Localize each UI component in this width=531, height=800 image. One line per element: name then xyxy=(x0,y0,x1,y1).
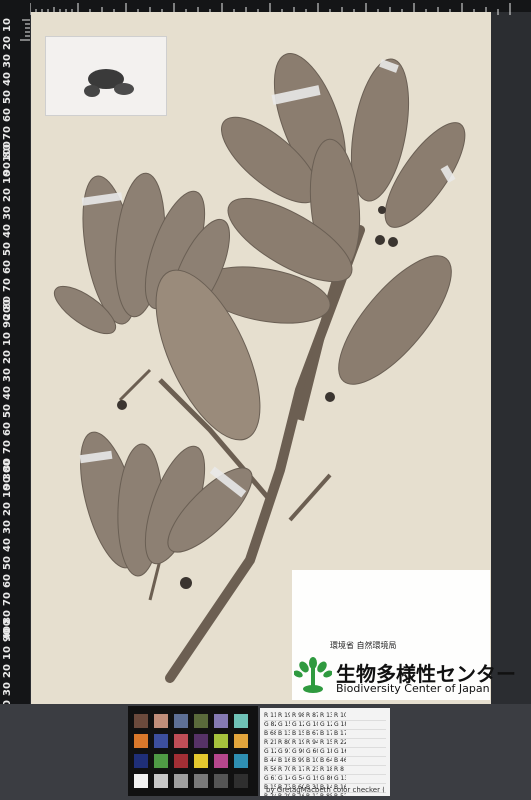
color-target-cell: G 60 xyxy=(306,748,318,755)
color-target-cell: R 94 xyxy=(306,739,318,746)
color-target-cell: G 61 xyxy=(264,775,276,782)
color-target-caption: by GretagMacbeth color checker (Illumina… xyxy=(266,786,384,794)
color-swatch xyxy=(234,734,248,748)
color-target-cell: G 126 xyxy=(264,748,276,755)
color-target-cell: R 133 xyxy=(320,712,332,719)
color-swatch xyxy=(214,754,228,768)
color-target-cell: R 56 xyxy=(264,766,276,773)
color-target-cell: B 108 xyxy=(306,757,318,764)
color-swatch xyxy=(234,774,248,788)
color-target-cell: B 44 xyxy=(264,757,276,764)
color-target-row: B 44B 166B 99B 108B 64B 46 xyxy=(264,757,386,766)
color-target-cell: G 148 xyxy=(278,775,290,782)
color-target-cell: B 46 xyxy=(334,757,346,764)
color-target-cell: B 130 xyxy=(278,730,290,737)
color-swatch xyxy=(194,774,208,788)
color-target-cell: R 187 xyxy=(320,766,332,773)
color-target-cell: B 157 xyxy=(292,730,304,737)
color-target-cell: G 189 xyxy=(334,721,346,728)
color-target-cell: B 68 xyxy=(264,730,276,737)
color-target-row: R 56R 70R 175R 231R 187R 8 xyxy=(264,766,386,775)
color-target-cell: G 163 xyxy=(334,748,346,755)
color-target-cell: R 175 xyxy=(292,766,304,773)
color-target-cell: R 87 xyxy=(306,712,318,719)
color-swatch xyxy=(214,734,228,748)
ministry-name: 環境省 自然環境局 xyxy=(330,641,397,650)
color-target-cell: G 188 xyxy=(320,748,332,755)
color-swatch xyxy=(174,714,188,728)
color-target-cell: R 103 xyxy=(334,712,346,719)
color-target-table: R 115R 194R 98R 87R 133R 103G 82G 150G 1… xyxy=(260,708,390,796)
color-swatch xyxy=(154,754,168,768)
color-target-cell: G 122 xyxy=(292,721,304,728)
color-swatch xyxy=(234,754,248,768)
color-target-cell: G 133 xyxy=(334,775,346,782)
color-target-cell: R 8 xyxy=(334,766,344,773)
color-target-row: R 115R 194R 98R 87R 133R 103 xyxy=(264,712,386,721)
color-target-cell: G 91 xyxy=(278,748,290,755)
color-swatch xyxy=(134,734,148,748)
color-target-cell: G 90 xyxy=(292,748,304,755)
center-name-english: Biodiversity Center of Japan xyxy=(336,682,490,695)
color-swatch xyxy=(194,734,208,748)
color-swatch xyxy=(194,754,208,768)
color-swatch xyxy=(174,754,188,768)
color-target-cell: R 80 xyxy=(278,739,290,746)
color-swatch xyxy=(174,734,188,748)
color-target-cell: R 231 xyxy=(306,766,318,773)
color-target-cell: R 214 xyxy=(264,739,276,746)
color-swatch xyxy=(134,754,148,768)
color-target-cell: B 99 xyxy=(292,757,304,764)
color-target-cell: R 193 xyxy=(292,739,304,746)
color-target-cell: B 67 xyxy=(306,730,318,737)
color-target-cell: G 128 xyxy=(320,721,332,728)
color-swatch xyxy=(194,714,208,728)
color-target-cell: G 150 xyxy=(278,721,290,728)
color-target-cell: G 82 xyxy=(264,721,276,728)
color-target-row: B 68B 130B 157B 67B 177B 170 xyxy=(264,730,386,739)
biodiversity-center-logo xyxy=(294,657,332,693)
color-checker-card xyxy=(128,706,258,796)
color-target-row: R 214R 80R 193R 94R 157R 224 xyxy=(264,739,386,748)
color-target-cell: R 157 xyxy=(320,739,332,746)
color-swatch xyxy=(214,774,228,788)
color-swatch xyxy=(134,774,148,788)
color-target-cell: R 115 xyxy=(264,712,276,719)
color-target-cell: R 224 xyxy=(334,739,346,746)
color-swatch xyxy=(154,734,168,748)
color-target-row: G 82G 150G 122G 108G 128G 189 xyxy=(264,721,386,730)
color-swatch xyxy=(234,714,248,728)
color-swatch xyxy=(174,774,188,788)
color-target-cell: B 166 xyxy=(278,757,290,764)
color-target-grid: R 115R 194R 98R 87R 133R 103G 82G 150G 1… xyxy=(264,712,386,796)
color-target-cell: B 177 xyxy=(320,730,332,737)
color-swatch xyxy=(214,714,228,728)
color-target-cell: R 98 xyxy=(292,712,304,719)
color-target-cell: B 170 xyxy=(334,730,346,737)
color-target-cell: G 54 xyxy=(292,775,304,782)
color-target-cell: B 64 xyxy=(320,757,332,764)
color-target-row: G 61G 148G 54G 199G 86G 133 xyxy=(264,775,386,784)
color-swatch xyxy=(154,714,168,728)
color-target-cell: G 108 xyxy=(306,721,318,728)
color-target-cell: G 199 xyxy=(306,775,318,782)
color-swatch xyxy=(154,774,168,788)
color-target-cell: R 70 xyxy=(278,766,290,773)
color-target-row: G 126G 91G 90G 60G 188G 163 xyxy=(264,748,386,757)
color-target-cell: G 86 xyxy=(320,775,332,782)
color-target-cell: R 194 xyxy=(278,712,290,719)
color-swatch xyxy=(134,714,148,728)
